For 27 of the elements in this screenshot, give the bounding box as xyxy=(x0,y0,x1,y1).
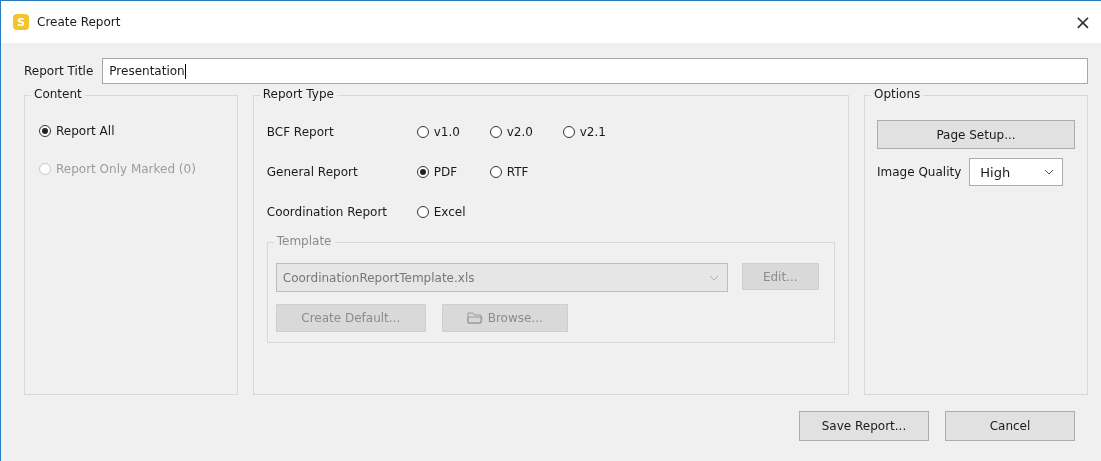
radio-option[interactable]: PDF xyxy=(416,165,490,179)
image-quality-label: Image Quality xyxy=(877,165,962,179)
app-logo-icon: S xyxy=(13,14,29,30)
dialog-button[interactable]: Cancel xyxy=(945,411,1075,441)
dialog-button[interactable]: Save Report... xyxy=(799,411,929,441)
radio-option[interactable]: v2.1 xyxy=(562,125,636,139)
report-type-label: General Report xyxy=(266,165,359,179)
group-title: Options xyxy=(871,87,924,101)
report-type-label: Coordination Report xyxy=(266,205,389,219)
chevron-down-icon xyxy=(708,274,719,281)
radio-option[interactable]: RTF xyxy=(489,165,563,179)
close-button[interactable]: × xyxy=(1071,10,1095,34)
radio-option[interactable]: v1.0 xyxy=(416,125,490,139)
report-type-label: BCF Report xyxy=(266,125,335,139)
image-quality-dropdown[interactable]: High xyxy=(969,158,1064,186)
chevron-down-icon xyxy=(1044,169,1055,175)
group-title: Content xyxy=(31,87,85,101)
folder-icon xyxy=(466,312,483,324)
group-title: Template xyxy=(273,234,335,248)
radio-option[interactable]: Report All xyxy=(39,124,223,138)
radio-option[interactable]: v2.0 xyxy=(489,125,563,139)
radio-option[interactable]: Excel xyxy=(416,205,490,219)
window-title: Create Report xyxy=(37,15,121,29)
report-title-label: Report Title xyxy=(24,64,94,78)
page-setup-button[interactable]: Page Setup... xyxy=(877,120,1075,149)
report-title-field[interactable]: Presentation xyxy=(102,58,1088,84)
group-title: Report Type xyxy=(259,87,337,101)
